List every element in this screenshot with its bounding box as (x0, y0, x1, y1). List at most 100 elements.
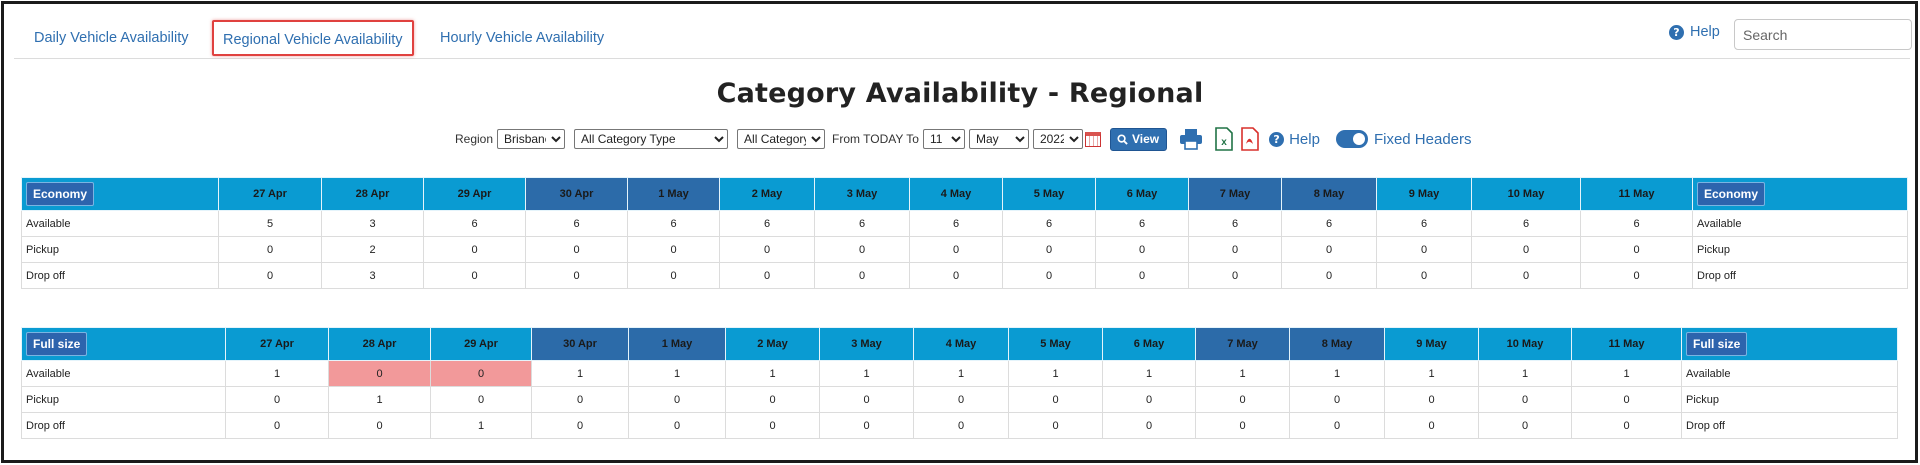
date-header: 10 May (1471, 177, 1581, 211)
category-type-select[interactable]: All Category Type (574, 129, 729, 149)
table-cell: 0 (430, 386, 532, 413)
table-cell: 0 (1102, 386, 1196, 413)
day-select[interactable]: 11 (922, 129, 965, 149)
fixed-headers-toggle[interactable] (1335, 130, 1368, 148)
table-row: Available 1 0 0 1 1 1 1 1 1 1 1 1 1 1 1 Available (21, 360, 1898, 387)
table-cell: 0 (628, 386, 726, 413)
row-label: Pickup (21, 386, 226, 413)
pdf-export-icon[interactable] (1241, 127, 1259, 151)
table-cell: 0 (913, 412, 1009, 439)
table-cell: 0 (719, 262, 815, 289)
date-header: 4 May (913, 327, 1009, 361)
table-cell: 1 (1289, 360, 1385, 387)
table-row: Drop off 0 3 0 0 0 0 0 0 0 0 0 0 0 0 0 Drop off (21, 262, 1908, 289)
category-select[interactable]: All Category (737, 129, 826, 149)
table-cell: 6 (1471, 210, 1581, 237)
table-cell: 6 (814, 210, 910, 237)
date-header: 10 May (1478, 327, 1572, 361)
print-icon[interactable] (1179, 128, 1203, 150)
date-header: 5 May (1002, 177, 1096, 211)
tab-hourly-availability[interactable]: Hourly Vehicle Availability (424, 16, 620, 59)
table-cell: 0 (1281, 262, 1377, 289)
question-icon: ? (1269, 131, 1285, 147)
table-cell: 0 (1478, 412, 1572, 439)
table-cell: 1 (819, 360, 914, 387)
table-cell: 1 (1008, 360, 1103, 387)
table-cell: 0 (525, 262, 628, 289)
table-cell: 0 (218, 236, 322, 263)
table-cell: 0 (1571, 386, 1682, 413)
table-cell: 0 (725, 386, 820, 413)
table-cell: 6 (627, 210, 720, 237)
table-cell: 6 (1095, 210, 1189, 237)
table-cell: 1 (328, 386, 431, 413)
table-cell: 1 (1102, 360, 1196, 387)
category-header-right: Full size (1681, 327, 1898, 361)
row-label-right: Available (1692, 210, 1908, 237)
table-cell: 0 (225, 386, 329, 413)
date-header: 11 May (1580, 177, 1693, 211)
region-select[interactable]: Brisbane (497, 129, 566, 149)
date-header: 8 May (1281, 177, 1377, 211)
row-label-right: Available (1681, 360, 1898, 387)
table-cell: 0 (814, 236, 910, 263)
date-header: 27 Apr (218, 177, 322, 211)
date-header: 28 Apr (328, 327, 431, 361)
fixed-headers-label: Fixed Headers (1373, 130, 1472, 148)
excel-export-icon[interactable]: x (1215, 127, 1233, 151)
tab-bar: Daily Vehicle Availability Regional Vehi… (14, 16, 1910, 59)
row-label-right: Pickup (1681, 386, 1898, 413)
table-cell: 1 (628, 360, 726, 387)
date-header: 8 May (1289, 327, 1385, 361)
date-header: 29 Apr (430, 327, 532, 361)
fixed-headers-control: Fixed Headers (1335, 130, 1472, 148)
row-label-right: Drop off (1692, 262, 1908, 289)
category-badge: Economy (26, 182, 95, 206)
table-cell: 0 (328, 412, 431, 439)
table-cell: 0 (814, 262, 910, 289)
toolbar-help-label: Help (1289, 130, 1320, 148)
page-title: Category Availability - Regional (716, 78, 1204, 109)
tab-regional-availability[interactable]: Regional Vehicle Availability (212, 20, 414, 56)
table-cell: 6 (525, 210, 628, 237)
date-header: 27 Apr (225, 327, 329, 361)
table-cell: 0 (531, 412, 629, 439)
table-cell: 1 (913, 360, 1009, 387)
table-cell: 0 (627, 236, 720, 263)
view-button[interactable]: View (1109, 127, 1168, 151)
table-cell: 0 (1571, 412, 1682, 439)
table-cell: 0 (909, 236, 1003, 263)
date-header: 6 May (1102, 327, 1196, 361)
table-cell: 0 (1002, 236, 1096, 263)
toolbar-help-link[interactable]: ? Help (1269, 131, 1320, 148)
table-cell: 6 (1580, 210, 1693, 237)
table-cell: 0 (423, 236, 526, 263)
date-header: 2 May (719, 177, 815, 211)
month-select[interactable]: May (968, 129, 1029, 149)
table-cell: 0 (819, 386, 914, 413)
question-icon: ? (1669, 24, 1684, 40)
svg-text:x: x (1221, 137, 1227, 148)
tab-daily-availability[interactable]: Daily Vehicle Availability (18, 16, 204, 59)
calendar-icon[interactable] (1084, 131, 1101, 147)
table-cell: 0 (1188, 262, 1282, 289)
year-select[interactable]: 2022 (1032, 129, 1083, 149)
help-label: Help (1690, 24, 1720, 40)
table-row: Pickup 0 2 0 0 0 0 0 0 0 0 0 0 0 0 0 Pickup (21, 236, 1908, 263)
date-header: 4 May (909, 177, 1003, 211)
table-cell: 0 (719, 236, 815, 263)
search-input[interactable] (1734, 19, 1912, 50)
table-cell: 0 (725, 412, 820, 439)
table-cell: 0 (423, 262, 526, 289)
date-header: 28 Apr (321, 177, 424, 211)
help-link[interactable]: ? Help (1669, 24, 1720, 40)
table-cell: 6 (1188, 210, 1282, 237)
table-cell: 0 (1195, 412, 1290, 439)
table-cell: 0 (1008, 412, 1103, 439)
table-cell: 1 (1478, 360, 1572, 387)
table-cell: 0 (1384, 412, 1479, 439)
category-header: Full size (21, 327, 226, 361)
table-cell: 0 (1376, 236, 1472, 263)
table-cell: 0 (819, 412, 914, 439)
table-cell: 6 (1002, 210, 1096, 237)
